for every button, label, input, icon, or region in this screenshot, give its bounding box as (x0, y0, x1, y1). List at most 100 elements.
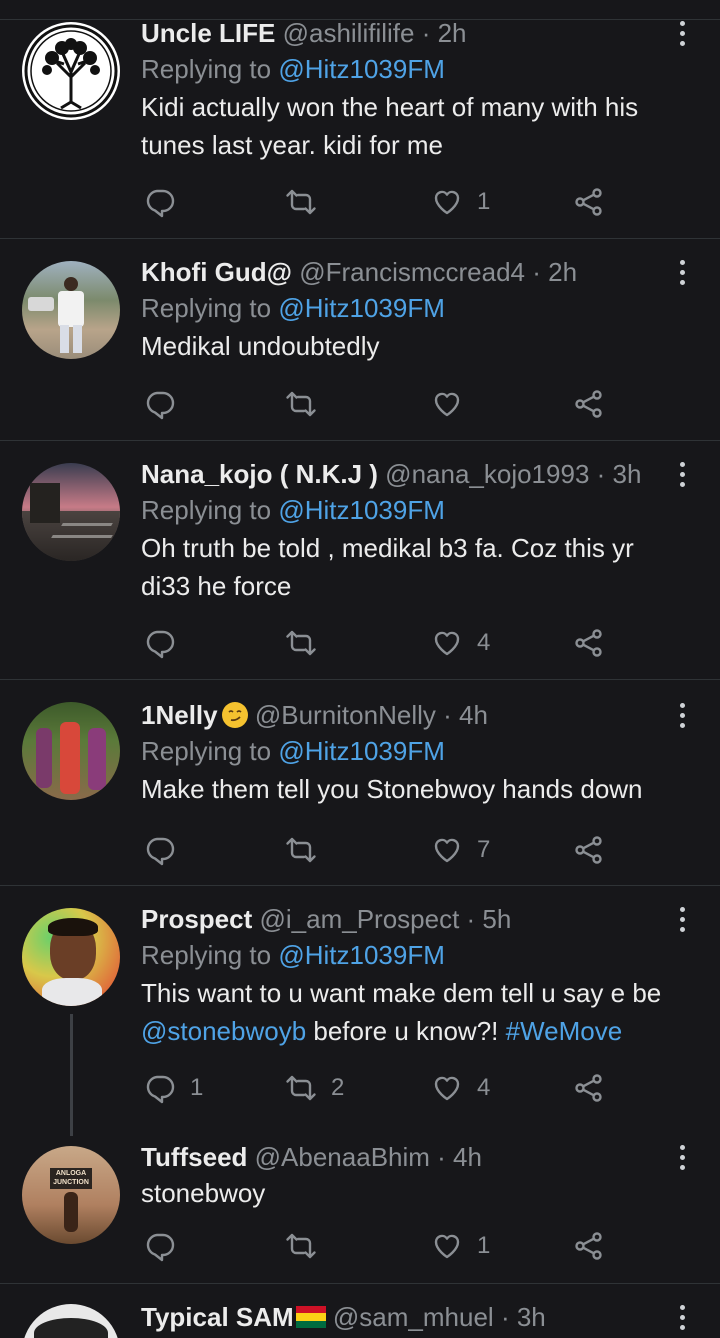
reply-button[interactable] (144, 623, 190, 663)
tweet-typical-sam[interactable]: Typical SAM @sam_mhuel · 3h (0, 1284, 720, 1338)
more-options-icon[interactable] (672, 1300, 692, 1334)
tweet-tuffseed[interactable]: ANLOGA JUNCTION Tuffseed @AbenaaBhim · 4… (0, 1136, 720, 1283)
reply-button[interactable] (144, 830, 190, 870)
replying-to: Replying to @Hitz1039FM (141, 491, 660, 529)
like-button[interactable]: 1 (431, 182, 490, 222)
like-button[interactable]: 4 (431, 1068, 490, 1108)
like-button[interactable]: 4 (431, 623, 490, 663)
avatar[interactable] (22, 22, 120, 120)
retweet-button[interactable] (285, 182, 331, 222)
like-count: 4 (477, 1074, 491, 1101)
heart-icon (431, 834, 463, 866)
avatar[interactable] (22, 908, 120, 1006)
tweet-header: Prospect @i_am_Prospect · 5h (141, 902, 660, 936)
display-name[interactable]: Nana_kojo ( N.K.J ) (141, 459, 378, 489)
mention-link[interactable]: @stonebwoyb (141, 1016, 306, 1046)
tweet-khofi-gud[interactable]: Khofi Gud@ @Francismccread4 · 2h Replyin… (0, 239, 720, 440)
mention-link[interactable]: @Hitz1039FM (278, 736, 445, 766)
reply-button[interactable]: 1 (144, 1068, 203, 1108)
avatar[interactable] (22, 261, 120, 359)
tweet-1nelly[interactable]: 1Nelly @BurnitonNelly · 4h Replying to @… (0, 680, 720, 885)
tweet-content: Khofi Gud@ @Francismccread4 · 2h Replyin… (141, 255, 660, 365)
mention-link[interactable]: @Hitz1039FM (278, 54, 445, 84)
user-handle[interactable]: @sam_mhuel (333, 1302, 494, 1332)
tweet-text-line: Medikal undoubtedly (141, 331, 380, 361)
share-icon (573, 627, 605, 659)
more-options-icon[interactable] (672, 16, 692, 50)
reply-button[interactable] (144, 384, 190, 424)
user-handle[interactable]: @i_am_Prospect (260, 904, 460, 934)
hashtag-link[interactable]: #WeMove (506, 1016, 623, 1046)
avatar[interactable] (22, 702, 120, 800)
avatar-poster-text: ANLOGA JUNCTION (50, 1168, 92, 1189)
user-handle[interactable]: @AbenaaBhim (255, 1142, 430, 1172)
display-name[interactable]: Uncle LIFE (141, 18, 275, 48)
like-button[interactable]: 7 (431, 830, 490, 870)
mention-link[interactable]: @Hitz1039FM (278, 293, 445, 323)
retweet-button[interactable] (285, 830, 331, 870)
retweet-button[interactable] (285, 1226, 331, 1266)
reply-button[interactable] (144, 182, 190, 222)
tweet-text-line: Make them tell you Stonebwoy hands down (141, 774, 643, 804)
tweet-header: 1Nelly @BurnitonNelly · 4h (141, 698, 660, 732)
more-options-icon[interactable] (672, 255, 692, 289)
tweet-actions: 7 (141, 830, 621, 870)
share-button[interactable] (573, 182, 605, 222)
user-handle[interactable]: @Francismccread4 (299, 257, 525, 287)
user-handle[interactable]: @BurnitonNelly (255, 700, 436, 730)
share-button[interactable] (573, 1068, 605, 1108)
like-button[interactable]: 1 (431, 1226, 490, 1266)
timestamp: · 2h (532, 257, 578, 287)
tweet-content: 1Nelly @BurnitonNelly · 4h Replying to @… (141, 698, 660, 808)
share-button[interactable] (573, 384, 605, 424)
share-button[interactable] (573, 830, 605, 870)
heart-icon (431, 1230, 463, 1262)
timestamp: · 4h (437, 1142, 482, 1172)
tweet-uncle-life[interactable]: Uncle LIFE @ashilifilife · 2h Replying t… (0, 0, 720, 238)
mention-link[interactable]: @Hitz1039FM (278, 940, 445, 970)
more-options-icon[interactable] (672, 698, 692, 732)
more-options-icon[interactable] (672, 1140, 692, 1174)
reply-button[interactable] (144, 1226, 190, 1266)
display-name[interactable]: 1Nelly (141, 700, 218, 730)
share-button[interactable] (573, 623, 605, 663)
avatar[interactable] (22, 463, 120, 561)
like-button[interactable] (431, 384, 477, 424)
more-options-icon[interactable] (672, 902, 692, 936)
tweet-text-line: di33 he force (141, 571, 292, 601)
more-options-icon[interactable] (672, 457, 692, 491)
display-name[interactable]: Khofi Gud@ (141, 257, 292, 287)
retweet-icon (285, 388, 317, 420)
tweet-header: Khofi Gud@ @Francismccread4 · 2h (141, 255, 660, 289)
tweet-header: Nana_kojo ( N.K.J ) @nana_kojo1993 · 3h (141, 457, 660, 491)
share-icon (573, 834, 605, 866)
retweet-button[interactable] (285, 384, 331, 424)
tweet-actions (141, 384, 621, 424)
tweet-text-line: @stonebwoyb before u know?! #WeMove (141, 1012, 660, 1050)
heart-icon (431, 186, 463, 218)
user-handle[interactable]: @nana_kojo1993 (385, 459, 589, 489)
timestamp: · 3h (596, 459, 642, 489)
avatar[interactable] (22, 1304, 120, 1338)
mention-link[interactable]: @Hitz1039FM (278, 495, 445, 525)
tweet-nana-kojo[interactable]: Nana_kojo ( N.K.J ) @nana_kojo1993 · 3h … (0, 441, 720, 679)
smirk-emoji-icon (221, 702, 248, 728)
tweet-prospect[interactable]: Prospect @i_am_Prospect · 5h Replying to… (0, 886, 720, 1136)
user-handle[interactable]: @ashilifilife (283, 18, 415, 48)
like-count: 1 (477, 1232, 491, 1259)
display-name[interactable]: Typical SAM (141, 1302, 294, 1332)
display-name[interactable]: Prospect (141, 904, 252, 934)
reply-icon (144, 834, 176, 866)
thread-connector-line (70, 1014, 73, 1136)
avatar[interactable]: ANLOGA JUNCTION (22, 1146, 120, 1244)
reply-count: 1 (190, 1074, 204, 1101)
retweet-button[interactable]: 2 (285, 1068, 344, 1108)
reply-icon (144, 388, 176, 420)
share-button[interactable] (573, 1226, 605, 1266)
display-name[interactable]: Tuffseed (141, 1142, 247, 1172)
retweet-icon (285, 1230, 317, 1262)
tree-of-life-avatar-image (24, 24, 118, 118)
replying-to: Replying to @Hitz1039FM (141, 732, 660, 770)
retweet-button[interactable] (285, 623, 331, 663)
replying-to: Replying to @Hitz1039FM (141, 289, 660, 327)
